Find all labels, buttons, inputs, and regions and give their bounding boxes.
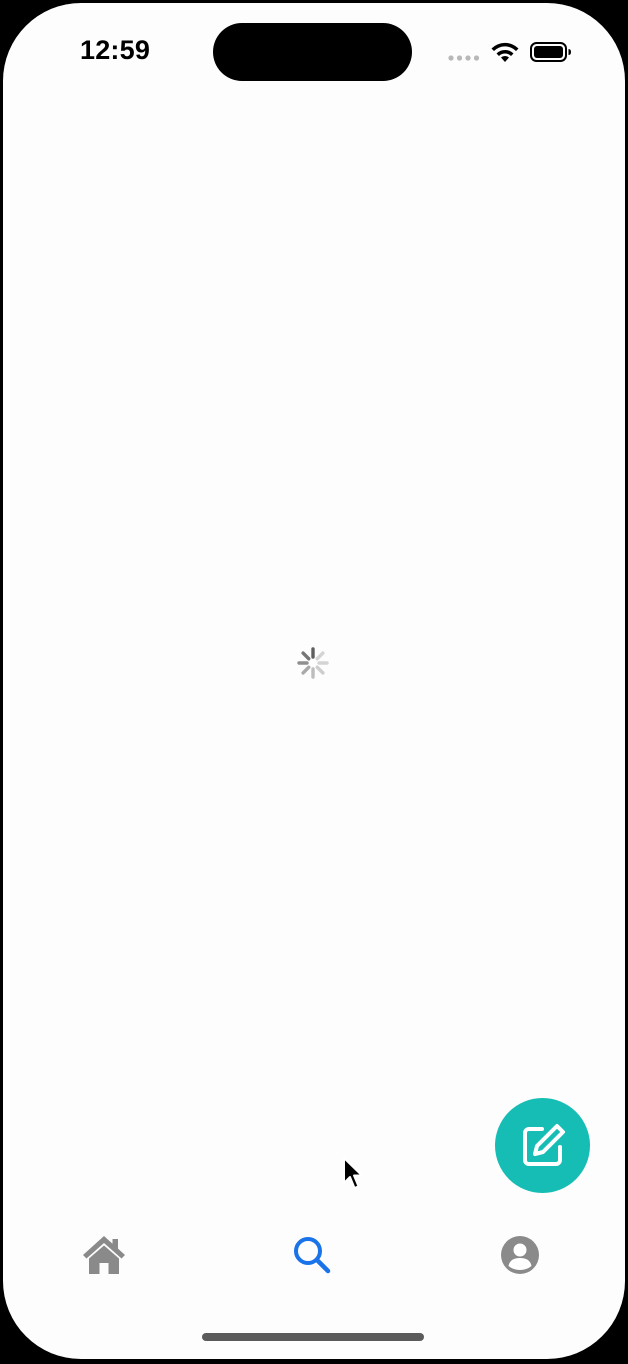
tab-home[interactable]: [74, 1225, 134, 1285]
cellular-signal-icon: [448, 55, 480, 61]
battery-icon: [530, 42, 571, 62]
house-icon: [83, 1236, 125, 1274]
compose-button[interactable]: [495, 1098, 590, 1193]
home-indicator: [202, 1333, 424, 1341]
wifi-icon: [491, 42, 519, 62]
magnifying-glass-icon: [294, 1237, 331, 1274]
person-circle-icon: [501, 1236, 539, 1274]
tab-search[interactable]: [282, 1225, 342, 1285]
device-frame: 12:59: [0, 0, 628, 1364]
tab-profile[interactable]: [490, 1225, 550, 1285]
tab-bar: [3, 1225, 625, 1287]
activity-spinner-icon: [297, 647, 329, 679]
dynamic-island: [213, 23, 412, 81]
compose-edit-icon: [522, 1123, 565, 1166]
app-screen: 12:59: [3, 3, 625, 1359]
status-time: 12:59: [80, 35, 151, 65]
mouse-pointer-icon: [343, 1157, 363, 1189]
